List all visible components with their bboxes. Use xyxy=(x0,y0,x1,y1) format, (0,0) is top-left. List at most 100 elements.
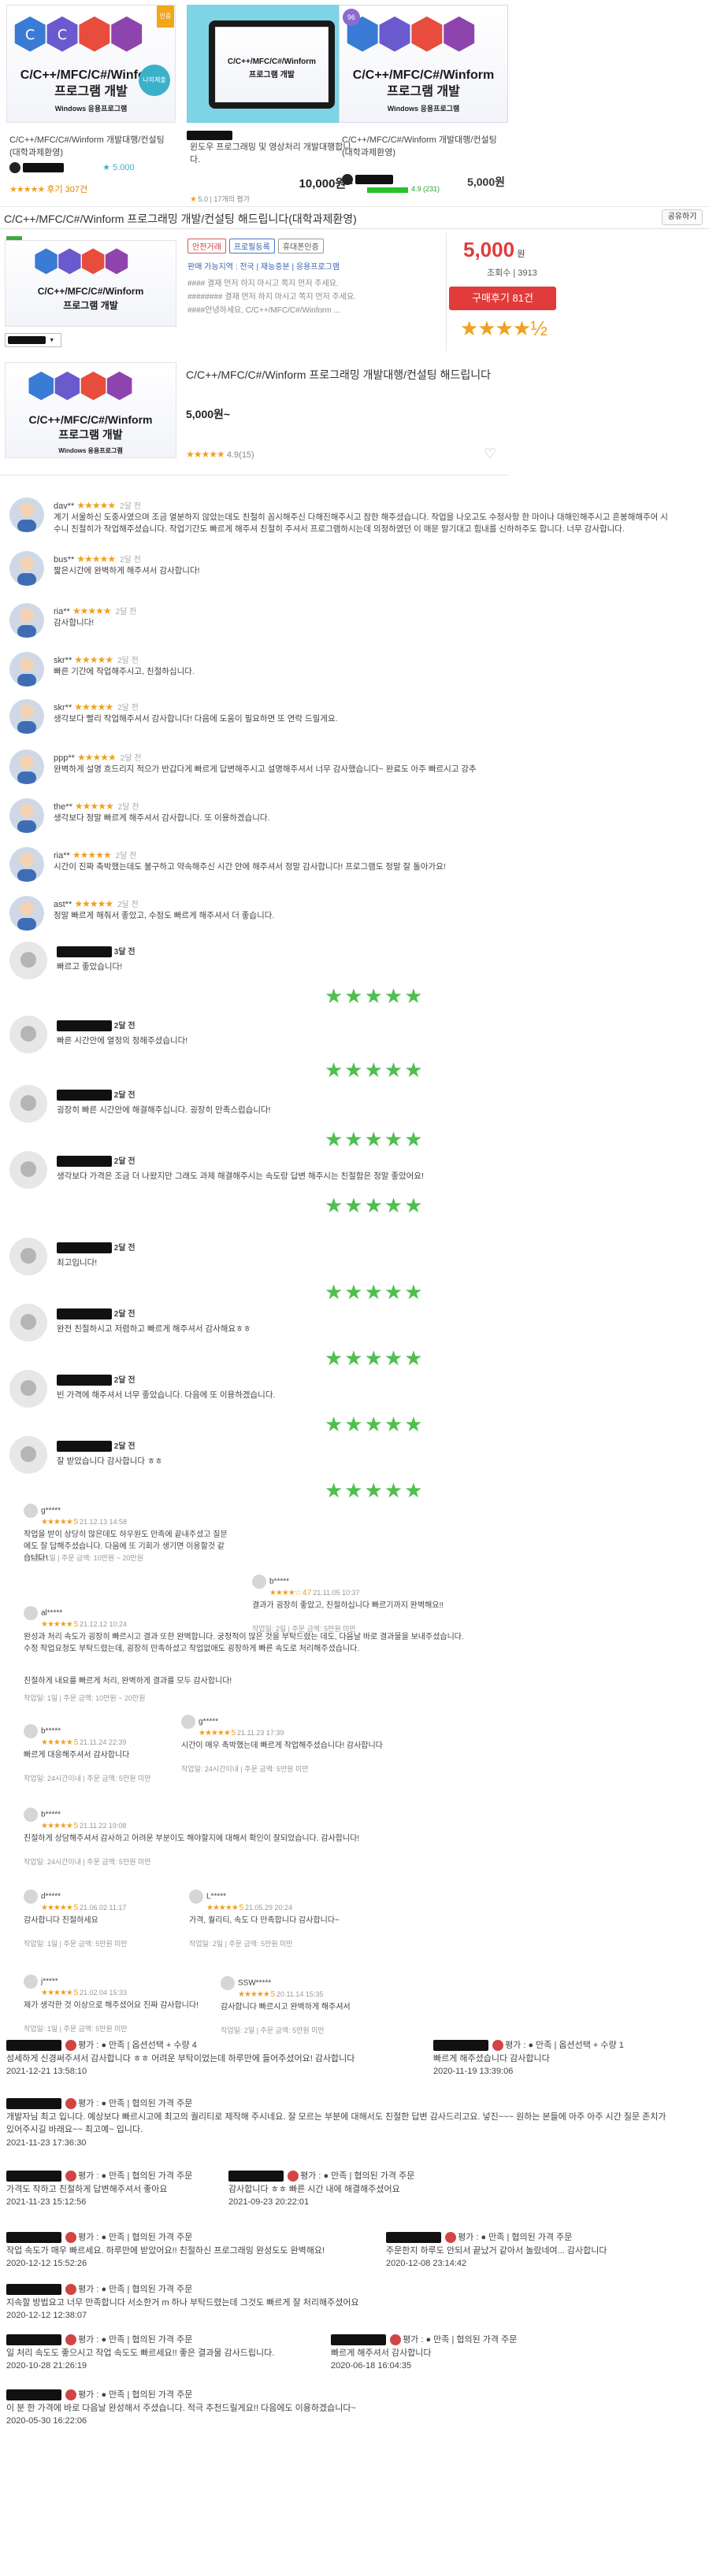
service-thumbnail[interactable]: C/C++/MFC/C#/Winform 프로그램 개발 Windows 응용프… xyxy=(339,5,508,123)
share-button[interactable]: 공유하기 xyxy=(662,209,703,225)
review-text: 빈 가격에 해주셔서 너무 좋았습니다. 다음에 또 이용하겠습니다. xyxy=(57,1390,276,1400)
main-title[interactable]: C/C++/MFC/C#/Winform 프로그래밍 개발대행/컨설팅 해드립니… xyxy=(186,367,517,383)
mini-review: al***** ★★★★★ 5 21.12.12 10:24 완성과 처리 속도가 … xyxy=(24,1606,465,1669)
order-review-date: 2020-12-12 12:38:07 xyxy=(6,2311,87,2320)
main-thumbnail[interactable]: C/C++/MFC/C#/Winform 프로그램 개발 Windows 응용프… xyxy=(5,362,176,458)
mini-foot: 작업일: 24시간이내 | 주문 금액: 5만원 미만 xyxy=(24,1775,151,1782)
mini-review: j***** ★★★★★ 5 21.02.04 15:33 제가 생각한 것 이상으… xyxy=(24,1975,228,2037)
green-stars: ★★★★★ xyxy=(325,1412,425,1436)
order-review-date: 2021-09-23 20:22:01 xyxy=(228,2197,310,2207)
mini-text: 완성과 처리 속도가 굉장히 빠르시고 결과 또한 완벽합니다. 궁정적이 많은… xyxy=(24,1633,464,1653)
order-review-head: 평가 : ● 만족 | 옵션선택 + 수량 1 xyxy=(433,2039,701,2052)
mini-foot: 작업일: 1일 | 주문 금액: 10만원 ~ 20만원 xyxy=(24,1694,146,1702)
order-review: 평가 : ● 만족 | 협의된 가격 주문 작업 속도가 매우 빠르세요. 하루만… xyxy=(6,2231,337,2271)
progress-bar xyxy=(367,187,408,193)
order-review-text: 빠르게 해주셔서 감사합니다 xyxy=(331,2348,432,2358)
order-review-text: 작업 속도가 매우 빠르세요. 하루만에 받았어요!! 친절하신 프로그래밍 완… xyxy=(6,2245,325,2256)
logo-sub: Windows 응용프로그램 xyxy=(54,105,128,113)
green-stars: ★★★★★ xyxy=(325,1479,425,1502)
order-review-text: 일 처리 속도도 좋으시고 작업 속도도 빠르세요!! 좋은 결과물 감사드립니… xyxy=(6,2348,275,2358)
main-rating: ★★★★★ 4.9(15) xyxy=(186,449,254,460)
mini-review: g***** ★★★★★ 5 21.12.13 14:58 작업을 받이 상당히 많… xyxy=(24,1504,228,1567)
review-text: 감사합니다! xyxy=(54,618,95,627)
mini-review: g***** ★★★★★ 5 21.11.23 17:39 시간이 매우 촉박했는데… xyxy=(181,1715,386,1778)
satisfied-icon xyxy=(65,2171,77,2182)
avatar xyxy=(9,1304,47,1342)
review-meta: 2달 전 xyxy=(57,1088,135,1101)
avatar xyxy=(9,652,44,687)
mini-foot: 작업일: 2일 | 주문 금액: 5만원 미만 xyxy=(189,1940,293,1948)
rating: ★ 5.000 xyxy=(102,163,135,172)
mini-foot: 작업일: 2일 | 주문 금액: 5만원 미만 xyxy=(221,2026,325,2034)
rating-stars: ★★★★★ xyxy=(9,185,45,194)
service-thumbnail[interactable]: C/C++/MFC/C#/Winform 프로그램 개발 xyxy=(187,5,356,123)
order-review-text: 빠르게 해주셨습니다 감사합니다 xyxy=(433,2053,550,2063)
review-meta: 2달 전 xyxy=(57,1154,135,1168)
mini-text: 시간이 매우 촉박했는데 빠르게 작업해주셨습니다! 감사합니다 xyxy=(181,1741,383,1750)
listing-stars: ★★★★½ xyxy=(460,316,548,340)
badge: 나의제출 xyxy=(139,65,170,96)
mini-meta: g***** ★★★★★ 5 21.11.23 17:39 xyxy=(181,1715,284,1738)
avatar xyxy=(9,749,44,784)
review-row: ★★★★★ 후기 307건 xyxy=(9,185,88,194)
avatar xyxy=(9,1085,47,1123)
order-review-date: 2021-11-23 17:36:30 xyxy=(6,2137,87,2148)
seller-row xyxy=(342,174,394,185)
svg-text:C: C xyxy=(57,28,66,43)
satisfied-icon xyxy=(65,2334,77,2346)
satisfied-icon xyxy=(288,2171,299,2182)
order-review-date: 2020-12-12 15:52:26 xyxy=(6,2259,87,2268)
order-review-head: 평가 : ● 만족 | 협의된 가격 주문 xyxy=(6,2097,668,2111)
avatar xyxy=(9,1016,47,1053)
mini-review: SSW***** ★★★★★ 5 20.11.14 15:35 감사합니다 빠르시고… xyxy=(221,1976,425,2039)
mini-meta: j***** ★★★★★ 5 21.02.04 15:33 xyxy=(24,1975,127,1997)
order-review-text: 개발자님 최고 입니다. 예상보다 빠르시고에 최고의 퀄리티로 제작해 주시네… xyxy=(6,2112,666,2135)
review-text: 짧은시간에 완벽하게 해주셔서 감사합니다! xyxy=(54,566,200,576)
seller-name xyxy=(23,163,65,173)
review-text: 생각보다 가격은 조금 더 나왔지만 그래도 과제 해결해주시는 속도랑 답변 … xyxy=(57,1171,424,1181)
card-title[interactable]: C/C++/MFC/C#/Winform 개발대행/컨설팅(대학과제환영) xyxy=(342,135,503,160)
listing-thumbnail[interactable]: C/C++/MFC/C#/Winform 프로그램 개발 xyxy=(5,240,176,327)
satisfied-icon xyxy=(445,2232,457,2244)
mini-text: 친절하게 내요를 빠르게 처리, 완벽하게 결과를 모두 감사합니다! xyxy=(24,1677,232,1686)
order-review-date: 2020-06-18 16:04:35 xyxy=(331,2361,412,2371)
mini-foot: 작업일: 24시간이내 | 주문 금액: 5만원 미만 xyxy=(181,1765,309,1773)
order-review: 평가 : ● 만족 | 협의된 가격 주문 개발자님 최고 입니다. 예상보다 빠… xyxy=(6,2097,668,2149)
review-meta: skr** ★★★★★ 2달 전 xyxy=(54,654,139,665)
satisfied-icon xyxy=(65,2232,77,2244)
order-review-text: 이 분 한 가격에 바로 다음날 완성해서 주셨습니다. 적극 추천드릴게요!!… xyxy=(6,2403,356,2413)
satisfied-icon xyxy=(65,2284,77,2296)
view-count: 조회수 | 3913 xyxy=(487,268,537,278)
mini-meta: b***** ★★★★☆ 4.7 21.11.05 10:37 xyxy=(252,1575,360,1597)
buy-reviews-button[interactable]: 구매후기 81건 xyxy=(449,287,556,310)
mini-foot: 작업일 1일 | 주문 금액: 10만원 ~ 20만원 xyxy=(24,1554,143,1562)
green-stars: ★★★★★ xyxy=(325,1058,425,1082)
order-review-head: 평가 : ● 만족 | 협의된 가격 주문 xyxy=(6,2231,337,2245)
satisfied-icon xyxy=(390,2334,402,2346)
avatar xyxy=(9,1151,47,1189)
service-thumbnail[interactable]: C C C/C++/MFC/C#/Winform 프로그램 개발 Windows… xyxy=(6,5,176,123)
price: 5,000원 xyxy=(467,176,505,188)
order-review: 평가 : ● 만족 | 협의된 가격 주문 이 분 한 가격에 바로 다음날 완성… xyxy=(6,2389,668,2428)
satisfied-icon xyxy=(65,2098,77,2110)
green-stars: ★★★★★ xyxy=(325,984,425,1008)
section-title[interactable]: C/C++/MFC/C#/Winform 프로그래밍 개발/컨설팅 해드립니다(… xyxy=(4,211,357,227)
heart-icon[interactable]: ♡ xyxy=(484,446,496,462)
green-stars: ★★★★★ xyxy=(325,1127,425,1151)
seller-select[interactable]: ▾ xyxy=(5,333,61,347)
card-title[interactable]: C/C++/MFC/C#/Winform 개발대행/컨설팅(대학과제환영) xyxy=(9,135,171,160)
review-text: 빠른 기간에 작업해주시고, 친절하십니다. xyxy=(54,667,195,676)
avatar xyxy=(9,1436,47,1474)
card-title[interactable]: 윈도우 프로그래밍 및 영상처리 개발대행합니다. xyxy=(190,142,351,167)
mini-foot: 작업일: 1일 | 주문 금액: 5만원 미만 xyxy=(24,1940,128,1948)
mini-foot: 작업일: 24시간이내 | 주문 금액: 5만원 미만 xyxy=(24,1858,151,1866)
review-text: 생각보다 정말 빠르게 해주셔서 감사합니다. 또 이용하겠습니다. xyxy=(54,813,270,823)
avatar xyxy=(24,1606,38,1620)
mini-meta: b***** ★★★★★ 5 21.11.24 22:39 xyxy=(24,1724,126,1747)
order-review-head: 평가 : ● 만족 | 협의된 가격 주문 xyxy=(6,2334,337,2347)
order-review-head: 평가 : ● 만족 | 협의된 가격 주문 xyxy=(228,2170,559,2183)
satisfied-icon xyxy=(492,2040,504,2052)
review-meta: 3달 전 xyxy=(57,945,135,958)
order-review: 평가 : ● 만족 | 협의된 가격 주문 지속할 방법요고 너무 만족합니다 서… xyxy=(6,2283,668,2322)
tag-row: 안전거래 프로필등록 휴대폰인증 xyxy=(187,239,327,254)
